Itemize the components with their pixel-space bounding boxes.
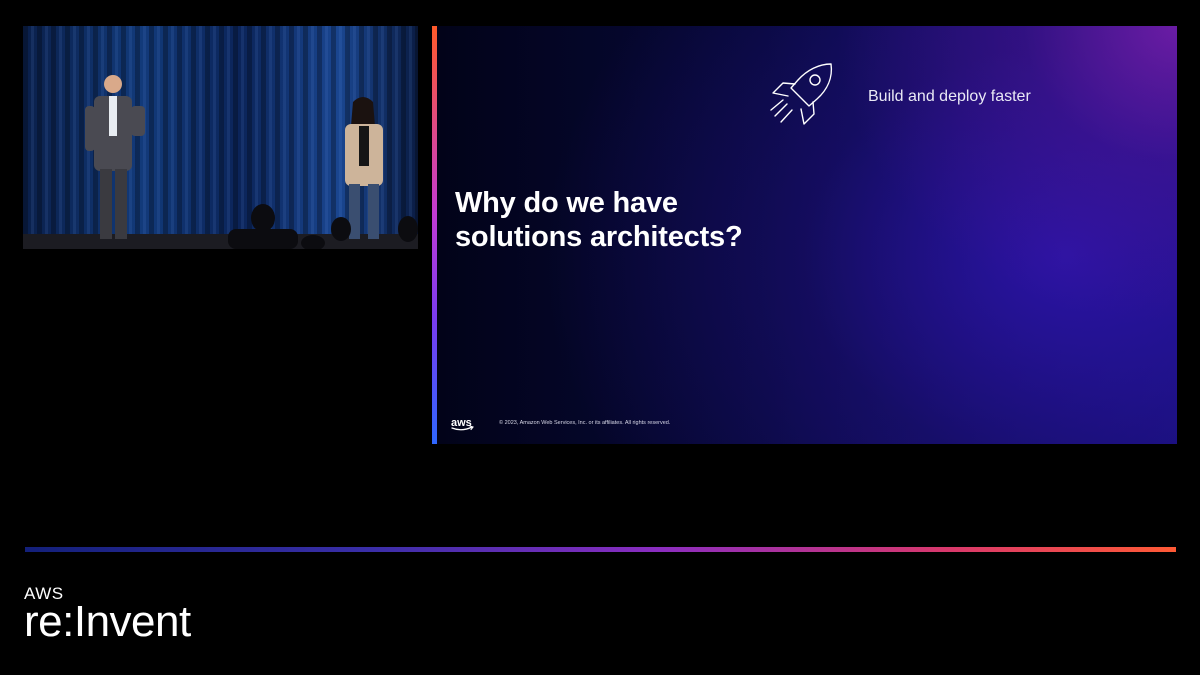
stage-video	[23, 26, 418, 249]
slide-title-line-2: solutions architects?	[455, 221, 743, 253]
slide-title-line-1: Why do we have	[455, 187, 678, 219]
slide-title: Why do we have solutions architects?	[455, 186, 815, 254]
gradient-divider	[25, 547, 1176, 552]
slide-tagline: Build and deploy faster	[868, 88, 1031, 105]
brand-logo: AWS re:Invent	[24, 585, 191, 646]
brand-name: re:Invent	[24, 597, 191, 646]
slide-accent-edge	[432, 26, 437, 444]
presentation-slide: Build and deploy faster Why do we have s…	[432, 26, 1177, 444]
stage-scene	[23, 26, 418, 249]
conference-frame: Build and deploy faster Why do we have s…	[0, 0, 1200, 675]
aws-logo: aws	[451, 417, 474, 431]
rocket-icon	[770, 63, 833, 125]
aws-logo-text: aws	[451, 417, 472, 429]
slide-copyright: © 2023, Amazon Web Services, Inc. or its…	[499, 420, 671, 426]
